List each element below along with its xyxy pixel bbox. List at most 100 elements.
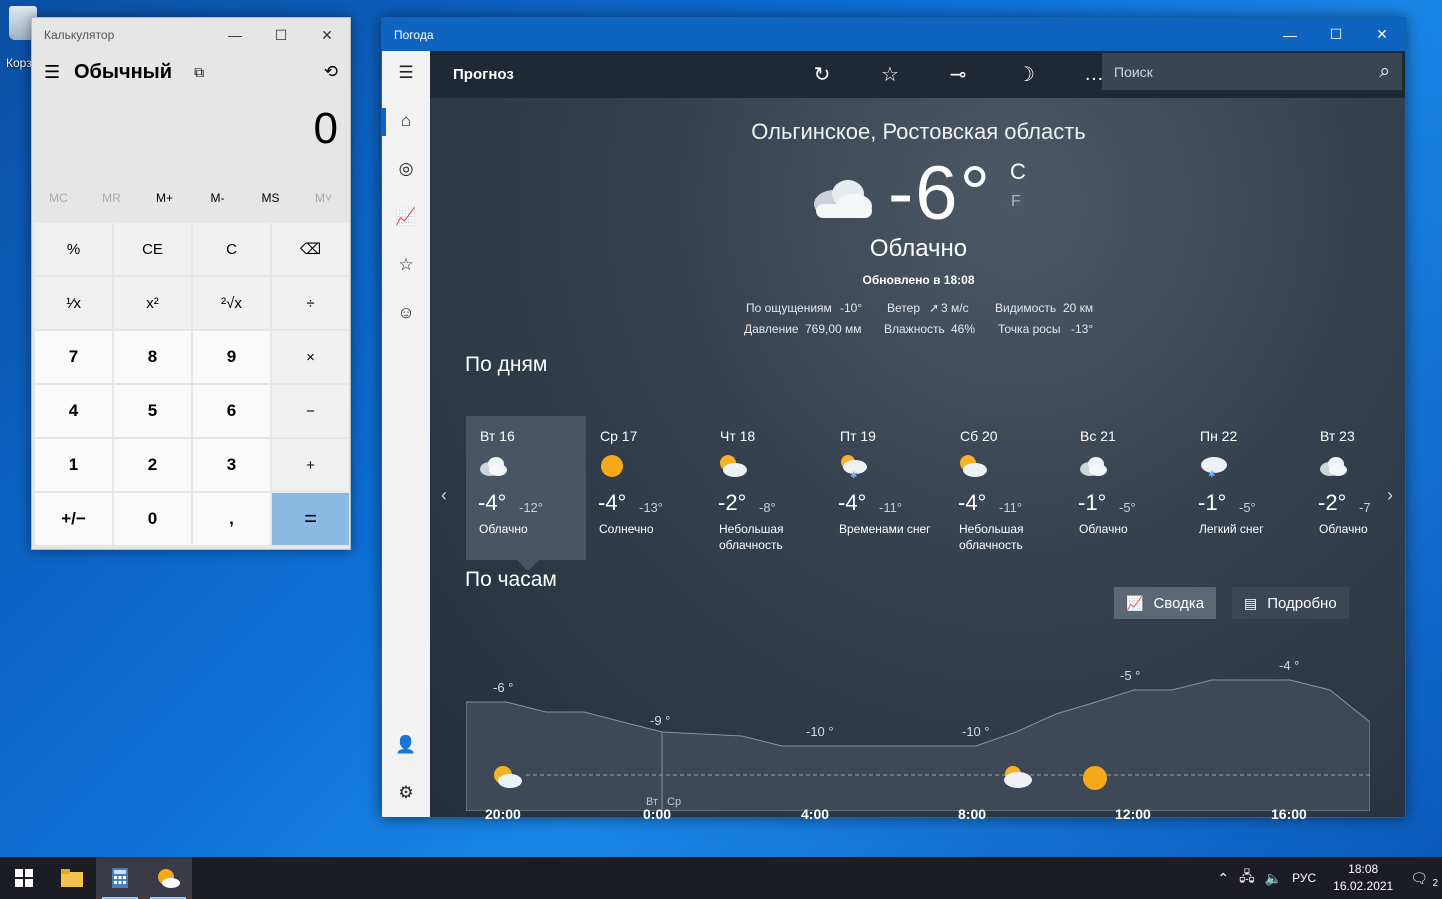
day-card[interactable]: Пт 19 ✱ -4° -11° Временами снег (826, 416, 946, 560)
hour-temp-label: -10 ° (962, 724, 990, 739)
minimize-button[interactable]: — (1267, 18, 1313, 52)
notification-count: 2 (1432, 877, 1438, 889)
favorite-star-icon[interactable]: ☆ (856, 62, 924, 87)
reciprocal-key[interactable]: ¹⁄x (35, 277, 112, 329)
maximize-button[interactable]: ☐ (258, 18, 304, 52)
show-hidden-icons-chevron-icon[interactable]: ⌃ (1212, 870, 1234, 887)
account-icon[interactable]: 👤 (382, 725, 430, 765)
hourly-temperature-chart: -6 ° -9 ° -10 ° -10 ° -5 ° -4 ° Вт Ср (466, 658, 1370, 811)
close-button[interactable]: ✕ (1359, 18, 1405, 52)
digit-5-key[interactable]: 5 (114, 385, 191, 437)
nav-maps-radar-icon[interactable]: ◎ (382, 149, 430, 189)
wind-value: 3 м/с (941, 301, 969, 315)
daily-scroll-right-icon[interactable]: › (1387, 485, 1393, 506)
unit-fahrenheit-toggle[interactable]: F (1011, 193, 1021, 211)
input-language[interactable]: РУС (1287, 871, 1321, 885)
day-card[interactable]: Вт 16 -4° -12° Облачно (466, 416, 586, 560)
start-button[interactable] (0, 857, 48, 899)
network-icon[interactable]: 🖧 (1234, 866, 1260, 890)
percent-key[interactable]: % (35, 223, 112, 275)
pressure-value: 769,00 мм (805, 322, 862, 336)
digit-0-key[interactable]: 0 (114, 493, 191, 545)
square-key[interactable]: x² (114, 277, 191, 329)
digit-1-key[interactable]: 1 (35, 439, 112, 491)
search-input[interactable]: Поиск (1114, 64, 1153, 80)
digit-7-key[interactable]: 7 (35, 331, 112, 383)
memory-add-button[interactable]: M+ (138, 180, 191, 216)
nav-forecast-home-icon[interactable]: ⌂ (382, 101, 430, 141)
keep-on-top-icon[interactable]: ⧉ (194, 64, 204, 81)
day-card[interactable]: Сб 20 -4° -11° Небольшая облачность (946, 416, 1066, 560)
history-icon[interactable]: ⟲ (324, 62, 338, 82)
weather-titlebar[interactable]: Погода — ☐ ✕ (382, 18, 1405, 51)
pin-icon[interactable]: ⊸ (924, 62, 992, 87)
close-button[interactable]: ✕ (304, 18, 350, 52)
day-card[interactable]: Ср 17 -4° -13° Солнечно (586, 416, 706, 560)
digit-4-key[interactable]: 4 (35, 385, 112, 437)
day-low-temp: -5° (1119, 500, 1136, 515)
divide-key[interactable]: ÷ (272, 277, 349, 329)
day-name: Чт 18 (720, 428, 756, 444)
taskbar-weather-button[interactable] (144, 857, 192, 899)
digit-8-key[interactable]: 8 (114, 331, 191, 383)
refresh-icon[interactable]: ↻ (788, 62, 856, 87)
clear-key[interactable]: C (193, 223, 270, 275)
digit-2-key[interactable]: 2 (114, 439, 191, 491)
hour-time-label: 8:00 (958, 806, 987, 822)
dark-mode-moon-icon[interactable]: ☽ (992, 62, 1060, 87)
clock[interactable]: 18:08 16.02.2021 (1321, 861, 1405, 895)
maximize-button[interactable]: ☐ (1313, 18, 1359, 52)
nav-favorites-icon[interactable]: ☆ (382, 245, 430, 285)
calculator-titlebar[interactable]: Калькулятор — ☐ ✕ (32, 18, 350, 52)
taskbar-explorer-button[interactable] (48, 857, 96, 899)
multiply-key[interactable]: × (272, 331, 349, 383)
day-high-temp: -2° (1318, 490, 1347, 515)
decimal-key[interactable]: , (193, 493, 270, 545)
memory-store-button[interactable]: MS (244, 180, 297, 216)
updated-time: Обновлено в 18:08 (862, 273, 975, 287)
day-name: Пт 19 (840, 428, 876, 444)
memory-subtract-button[interactable]: M- (191, 180, 244, 216)
day-card[interactable]: Вс 21 -1° -5° Облачно (1066, 416, 1186, 560)
day-card[interactable]: Вт 23 -2° -7 Облачно (1306, 416, 1370, 560)
day-card[interactable]: Чт 18 -2° -8° Небольшая облачность (706, 416, 826, 560)
digit-3-key[interactable]: 3 (193, 439, 270, 491)
day-low-temp: -12° (519, 500, 543, 515)
settings-gear-icon[interactable]: ⚙ (382, 773, 430, 813)
nav-history-chart-icon[interactable]: 📈 (382, 197, 430, 237)
plus-key[interactable]: + (272, 439, 349, 491)
daily-scroll-left-icon[interactable]: ‹ (441, 485, 447, 506)
keypad: % CE C ⌫ ¹⁄x x² ²√x ÷ 7 8 9 × 4 5 6 − 1 … (35, 223, 349, 545)
sqrt-key[interactable]: ²√x (193, 277, 270, 329)
notifications-icon[interactable]: 🗨 2 (1405, 870, 1442, 889)
memory-clear-button[interactable]: MC (32, 180, 85, 216)
weather-title: Погода (394, 27, 434, 42)
weather-sidebar: ☰ ⌂ ◎ 📈 ☆ ☺ 👤 ⚙ (382, 51, 430, 817)
hour-time-label: 16:00 (1271, 806, 1307, 822)
digit-9-key[interactable]: 9 (193, 331, 270, 383)
taskbar-calculator-button[interactable] (96, 857, 144, 899)
unit-celsius-toggle[interactable]: C (1010, 159, 1026, 185)
memory-recall-button[interactable]: MR (85, 180, 138, 216)
menu-icon[interactable]: ☰ (44, 62, 74, 83)
search-icon[interactable]: ⌕ (1379, 61, 1390, 83)
day-card[interactable]: Пн 22 ✱ -1° -5° Легкий снег (1186, 416, 1306, 560)
clear-entry-key[interactable]: CE (114, 223, 191, 275)
negate-key[interactable]: +/− (35, 493, 112, 545)
memory-list-button[interactable]: M˅ (297, 180, 350, 216)
minus-key[interactable]: − (272, 385, 349, 437)
digit-6-key[interactable]: 6 (193, 385, 270, 437)
search-box[interactable]: Поиск ⌕ (1102, 53, 1402, 90)
volume-icon[interactable]: 🔈 (1260, 870, 1287, 887)
weather-window: Погода — ☐ ✕ ☰ ⌂ ◎ 📈 ☆ ☺ 👤 ⚙ Прогноз ↻ ☆… (381, 17, 1406, 822)
backspace-key[interactable]: ⌫ (272, 223, 349, 275)
hamburger-menu-icon[interactable]: ☰ (382, 53, 430, 93)
day-name: Вт 23 (1320, 428, 1355, 444)
detail-view-label: Подробно (1267, 594, 1337, 612)
cloud-icon (814, 180, 872, 218)
list-document-icon: ▤ (1244, 594, 1258, 611)
day-condition: Облачно (1079, 522, 1128, 536)
equals-key[interactable]: = (272, 493, 349, 545)
nav-news-smiley-icon[interactable]: ☺ (382, 293, 430, 333)
minimize-button[interactable]: — (212, 18, 258, 52)
